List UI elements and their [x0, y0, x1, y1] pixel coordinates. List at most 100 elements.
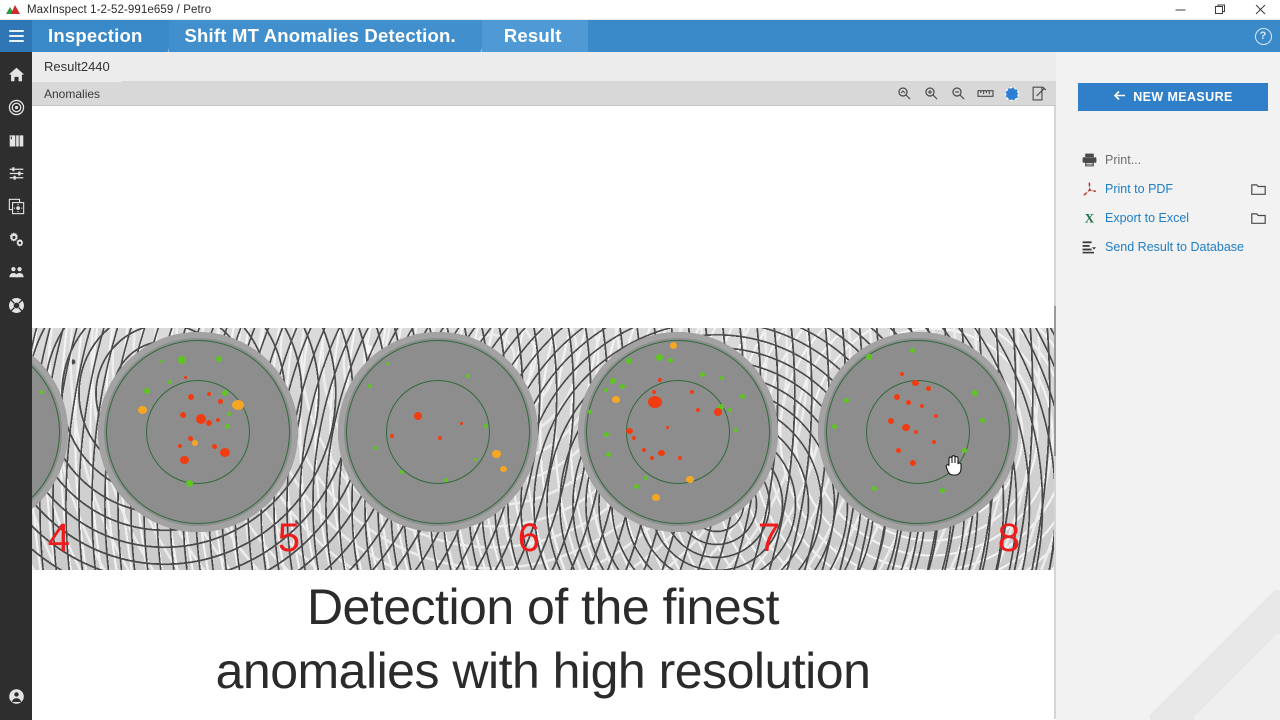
inner-ring-icon — [866, 380, 970, 484]
sample-number: 5 — [278, 518, 300, 558]
folder-icon[interactable] — [1251, 211, 1266, 224]
anomaly-dot — [206, 420, 212, 426]
anomaly-dot — [940, 488, 945, 493]
minimize-icon[interactable] — [1160, 0, 1200, 20]
close-icon[interactable] — [1240, 0, 1280, 20]
home-icon — [8, 66, 25, 83]
anomaly-dot — [658, 450, 665, 456]
anomaly-dot — [144, 388, 150, 394]
help-button[interactable]: ? — [1246, 20, 1280, 52]
anomaly-dot — [932, 440, 936, 444]
sample-puck[interactable]: 4 — [32, 328, 72, 552]
anomaly-dot — [207, 392, 211, 396]
anomaly-dot — [634, 484, 639, 489]
sidebar-item-account[interactable] — [0, 680, 32, 713]
breadcrumb-separator-icon — [461, 20, 483, 52]
anomaly-dot — [652, 494, 660, 501]
caption-text: Detection of the finest anomalies with h… — [32, 576, 1054, 703]
folder-icon[interactable] — [1251, 182, 1266, 195]
zoom-reset-icon[interactable] — [895, 85, 913, 103]
restore-icon[interactable] — [1200, 0, 1240, 20]
caption-line-2: anomalies with high resolution — [32, 640, 1054, 704]
anomaly-dot — [216, 356, 222, 362]
action-export-to-excel[interactable]: X Export to Excel — [1082, 203, 1280, 232]
action-label: Send Result to Database — [1105, 240, 1244, 254]
anomaly-dot — [626, 358, 632, 364]
sidebar-item-support[interactable] — [0, 289, 32, 322]
anomaly-dot — [184, 376, 187, 379]
sample-puck[interactable]: 6 — [334, 328, 542, 552]
sidebar-item-users[interactable] — [0, 256, 32, 289]
sample-strip-image[interactable]: 4 — [32, 328, 1054, 570]
new-measure-button[interactable]: NEW MEASURE — [1078, 83, 1268, 111]
anomaly-dot — [902, 424, 910, 431]
ruler-icon[interactable] — [976, 85, 994, 103]
anomaly-dot — [648, 396, 662, 408]
document-tab-result[interactable]: Result2440 — [32, 52, 122, 82]
hamburger-menu-icon[interactable] — [0, 20, 32, 52]
sidebar-item-adjustments[interactable] — [0, 157, 32, 190]
anomaly-dot — [400, 470, 404, 474]
anomaly-dot — [188, 436, 193, 441]
sample-puck[interactable]: 7 — [574, 328, 782, 552]
anomaly-dot — [390, 434, 394, 438]
anomaly-dot — [678, 456, 682, 460]
action-send-result-to-database[interactable]: Send Result to Database — [1082, 232, 1280, 261]
anomaly-dot — [604, 388, 608, 392]
window-title: MaxInspect 1-2-52-991e659 / Petro — [27, 4, 211, 16]
section-label: Anomalies — [44, 87, 100, 101]
sidebar-item-library[interactable] — [0, 124, 32, 157]
sample-puck[interactable]: 5 — [94, 328, 302, 552]
export-actions-list: Print... Print to PDF X — [1056, 145, 1280, 261]
zoom-in-icon[interactable] — [922, 85, 940, 103]
anomaly-dot — [216, 418, 220, 422]
edit-square-icon[interactable] — [1030, 85, 1048, 103]
breadcrumb-label: Inspection — [48, 25, 143, 47]
result-canvas[interactable]: 4 — [32, 106, 1056, 719]
breadcrumb-separator-icon — [148, 20, 170, 52]
anomaly-dot — [740, 394, 745, 399]
sidebar-item-image-settings[interactable] — [0, 190, 32, 223]
anomaly-dot — [642, 448, 646, 452]
sample-puck[interactable]: 8 — [814, 328, 1022, 552]
anomaly-dot — [866, 354, 872, 360]
anomaly-dot — [668, 358, 673, 363]
excel-icon: X — [1082, 211, 1097, 225]
pdf-icon — [1082, 182, 1097, 196]
action-print[interactable]: Print... — [1082, 145, 1280, 174]
anomaly-dot — [606, 452, 611, 457]
anomaly-dot — [414, 412, 422, 420]
anomaly-dot — [180, 456, 189, 464]
window-controls — [1160, 0, 1280, 20]
anomaly-dot — [196, 414, 206, 424]
window-titlebar: MaxInspect 1-2-52-991e659 / Petro — [0, 0, 1280, 20]
document-area: Result2440 Anomalies — [32, 52, 1056, 720]
anomaly-dot — [466, 374, 470, 378]
anomaly-dot — [225, 424, 230, 429]
zoom-out-icon[interactable] — [949, 85, 967, 103]
dashed-circle-icon[interactable] — [1003, 85, 1021, 103]
breadcrumb-item-inspection[interactable]: Inspection — [32, 20, 169, 52]
sidebar-item-settings[interactable] — [0, 223, 32, 256]
application-window: MaxInspect 1-2-52-991e659 / Petro — [0, 0, 1280, 720]
document-tabbar: Result2440 — [32, 52, 1056, 82]
anomaly-dot — [374, 446, 378, 450]
anomaly-dot — [438, 436, 442, 440]
breadcrumb-item-result[interactable]: Result — [482, 20, 588, 52]
action-print-to-pdf[interactable]: Print to PDF — [1082, 174, 1280, 203]
lifebuoy-icon — [8, 297, 25, 314]
svg-text:X: X — [1085, 211, 1095, 225]
anomaly-dot — [232, 400, 244, 410]
anomaly-dot — [604, 432, 609, 437]
anomaly-dot — [222, 390, 228, 396]
anomaly-dot — [192, 440, 198, 446]
anomaly-dot — [138, 406, 147, 414]
breadcrumb-item-task[interactable]: Shift MT Anomalies Detection. — [169, 20, 482, 52]
anomaly-dot — [626, 428, 633, 434]
help-icon: ? — [1255, 28, 1272, 45]
sidebar-item-target[interactable] — [0, 91, 32, 124]
gears-icon — [8, 231, 25, 248]
sidebar-item-home[interactable] — [0, 58, 32, 91]
right-panel: NEW MEASURE Print... — [1056, 52, 1280, 720]
anomaly-dot — [460, 422, 463, 425]
